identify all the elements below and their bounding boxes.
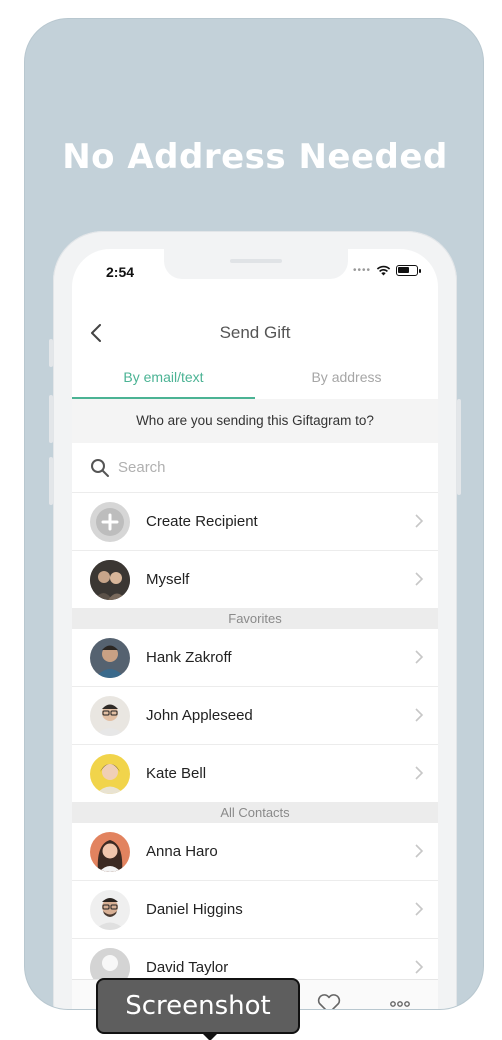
heart-icon[interactable] <box>316 992 342 1009</box>
page-title: Send Gift <box>219 323 291 342</box>
notch <box>164 249 348 279</box>
volume-down-button <box>49 457 53 505</box>
list-item-label: Create Recipient <box>146 513 258 530</box>
plus-icon <box>90 502 130 542</box>
list-item-label: John Appleseed <box>146 707 253 724</box>
volume-up-button <box>49 395 53 443</box>
contact-row[interactable]: Daniel Higgins <box>72 881 438 939</box>
chevron-right-icon <box>415 650 424 664</box>
contact-row[interactable]: John Appleseed <box>72 687 438 745</box>
list-item-label: Daniel Higgins <box>146 901 243 918</box>
chevron-right-icon <box>415 766 424 780</box>
battery-icon <box>396 265 421 276</box>
chevron-right-icon <box>415 960 424 974</box>
prompt-text: Who are you sending this Giftagram to? <box>72 399 438 443</box>
search-input[interactable] <box>118 459 418 476</box>
list-item-label: Anna Haro <box>146 843 218 860</box>
avatar <box>90 754 130 794</box>
contact-row[interactable]: Anna Haro <box>72 823 438 881</box>
avatar <box>90 696 130 736</box>
search-icon <box>91 458 109 477</box>
app-screen: 2:54 •••• Send Gift By email/text By add… <box>72 249 438 1009</box>
list-item-label: Myself <box>146 571 190 588</box>
list-item-label: David Taylor <box>146 959 229 976</box>
list-item-label: Hank Zakroff <box>146 649 232 666</box>
more-icon[interactable] <box>388 992 412 1009</box>
chevron-right-icon <box>415 572 424 586</box>
create-recipient-row[interactable]: Create Recipient <box>72 493 438 551</box>
section-header-all-contacts: All Contacts <box>72 803 438 823</box>
chevron-right-icon <box>415 514 424 528</box>
chevron-right-icon <box>415 708 424 722</box>
section-header-favorites: Favorites <box>72 609 438 629</box>
chevron-right-icon <box>415 902 424 916</box>
promo-card: No Address Needed 2:54 •••• Send Gift By… <box>24 18 484 1010</box>
chevron-right-icon <box>415 844 424 858</box>
status-time: 2:54 <box>106 264 135 280</box>
contact-row[interactable]: Hank Zakroff <box>72 629 438 687</box>
tab-by-email-text[interactable]: By email/text <box>72 357 255 399</box>
avatar <box>90 560 130 600</box>
wifi-icon <box>376 265 391 276</box>
phone-frame: 2:54 •••• Send Gift By email/text By add… <box>49 231 461 1009</box>
navbar: Send Gift <box>72 315 438 355</box>
tab-bar-segmented: By email/text By address <box>72 357 438 399</box>
avatar <box>90 832 130 872</box>
contact-row[interactable]: Kate Bell <box>72 745 438 803</box>
list-item-label: Kate Bell <box>146 765 207 782</box>
avatar <box>90 638 130 678</box>
screenshot-tooltip: Screenshot <box>96 978 300 1040</box>
power-button <box>457 399 461 495</box>
tab-by-address[interactable]: By address <box>255 357 438 399</box>
search-bar <box>72 443 438 493</box>
myself-row[interactable]: Myself <box>72 551 438 609</box>
signal-icon: •••• <box>352 265 371 276</box>
mute-switch <box>49 339 53 367</box>
status-icons: •••• <box>352 265 421 276</box>
avatar <box>90 890 130 930</box>
recipient-list: Create Recipient Myself Favorites Hank Z… <box>72 493 438 997</box>
headline: No Address Needed <box>62 137 448 177</box>
